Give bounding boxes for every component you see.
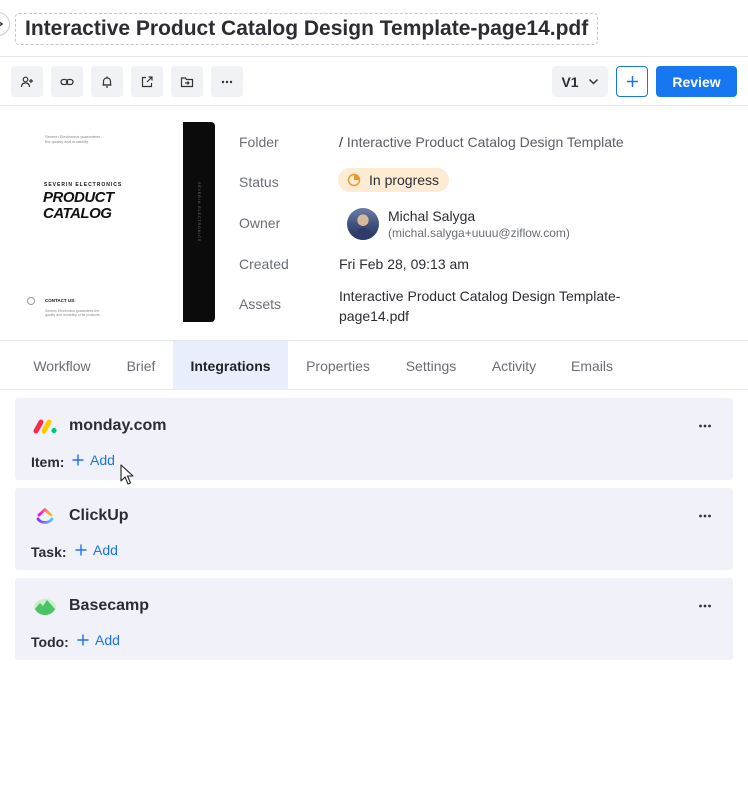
copy-link-button[interactable] [51, 66, 83, 97]
folder-slash: / [339, 134, 343, 150]
integration-more-button[interactable] [695, 596, 715, 616]
integration-field-label: Task: [31, 544, 67, 560]
thumbnail-spine-text: SEVERIN ELECTRONICS [197, 182, 201, 243]
status-label: Status [239, 174, 279, 190]
share-icon [141, 75, 153, 87]
integration-field-label: Todo: [31, 634, 69, 650]
link-icon [60, 78, 74, 85]
add-user-icon [20, 76, 33, 87]
toolbar: V1 Review [0, 57, 748, 106]
tab-integrations[interactable]: Integrations [173, 341, 288, 390]
notifications-button[interactable] [91, 66, 123, 97]
tab-workflow[interactable]: Workflow [15, 341, 109, 390]
tab-bar: Workflow Brief Integrations Properties S… [0, 340, 748, 390]
progress-icon [347, 173, 361, 187]
thumbnail-contact: CONTACT US: [45, 298, 76, 303]
thumbnail-small-text: Severin Electronics guarantees the quali… [45, 134, 101, 144]
created-value: Fri Feb 28, 09:13 am [339, 256, 469, 272]
move-to-folder-icon [180, 76, 194, 87]
version-label: V1 [561, 73, 579, 90]
owner-label: Owner [239, 215, 281, 231]
more-icon [699, 424, 711, 428]
integration-card-clickup: ClickUp Task: Add [15, 488, 733, 570]
add-label: Add [95, 632, 120, 648]
thumbnail-brand: SEVERIN ELECTRONICS [44, 182, 123, 188]
integration-more-button[interactable] [695, 506, 715, 526]
file-preview-thumbnail[interactable]: Severin Electronics guarantees the quali… [22, 122, 215, 322]
add-task-button[interactable]: Add [75, 542, 118, 558]
owner-email: (michal.salyga+uuuu@ziflow.com) [388, 226, 570, 240]
monday-logo-icon [33, 419, 57, 434]
bell-icon [102, 76, 112, 88]
avatar [347, 208, 379, 240]
share-button[interactable] [131, 66, 163, 97]
folder-label: Folder [239, 134, 279, 150]
integration-field-label: Item: [31, 454, 65, 470]
tab-emails[interactable]: Emails [554, 341, 630, 390]
plus-icon [77, 634, 89, 646]
add-label: Add [93, 542, 118, 558]
add-version-button[interactable] [616, 66, 648, 97]
created-label: Created [239, 256, 289, 272]
assets-value: Interactive Product Catalog Design Templ… [339, 288, 621, 324]
version-select[interactable]: V1 [552, 66, 608, 97]
more-icon [699, 604, 711, 608]
integration-name: Basecamp [69, 597, 150, 614]
more-icon [699, 514, 711, 518]
status-badge[interactable]: In progress [338, 168, 450, 192]
plus-icon [75, 544, 87, 556]
plus-icon [626, 76, 638, 87]
thumbnail-spine: SEVERIN ELECTRONICS [183, 122, 215, 322]
title-bar: Interactive Product Catalog Design Templ… [0, 0, 748, 57]
chevron-right-icon [0, 21, 4, 27]
thumbnail-contact-sub: Severin Electronics guarantees the quali… [45, 309, 101, 317]
tab-properties[interactable]: Properties [288, 341, 388, 390]
tab-brief[interactable]: Brief [109, 341, 173, 390]
add-todo-button[interactable]: Add [77, 632, 120, 648]
clickup-logo-icon [36, 508, 54, 524]
file-title[interactable]: Interactive Product Catalog Design Templ… [15, 13, 599, 45]
more-icon [221, 80, 233, 83]
more-actions-button[interactable] [211, 66, 243, 97]
mouse-cursor-icon [120, 464, 134, 485]
status-text: In progress [369, 172, 440, 188]
owner-name: Michal Salyga [388, 208, 476, 224]
basecamp-logo-icon [34, 599, 56, 615]
assets-label: Assets [239, 296, 282, 312]
plus-icon [72, 454, 84, 466]
thumbnail-headline: PRODUCT CATALOG [43, 189, 114, 222]
tab-activity[interactable]: Activity [474, 341, 554, 390]
add-item-button[interactable]: Add [72, 452, 115, 468]
folder-path[interactable]: Interactive Product Catalog Design Templ… [347, 134, 624, 150]
chevron-down-icon [588, 78, 598, 85]
integration-name: ClickUp [69, 507, 129, 524]
back-button[interactable] [0, 12, 10, 36]
integration-name: monday.com [69, 417, 167, 434]
location-icon [27, 297, 35, 305]
add-label: Add [90, 452, 115, 468]
move-to-folder-button[interactable] [171, 66, 203, 97]
review-button[interactable]: Review [656, 66, 737, 97]
folder-value[interactable]: / Interactive Product Catalog Design Temp… [339, 134, 624, 150]
integration-card-basecamp: Basecamp Todo: Add [15, 578, 733, 660]
integration-more-button[interactable] [695, 416, 715, 436]
add-user-button[interactable] [11, 66, 43, 97]
tab-settings[interactable]: Settings [388, 341, 474, 390]
